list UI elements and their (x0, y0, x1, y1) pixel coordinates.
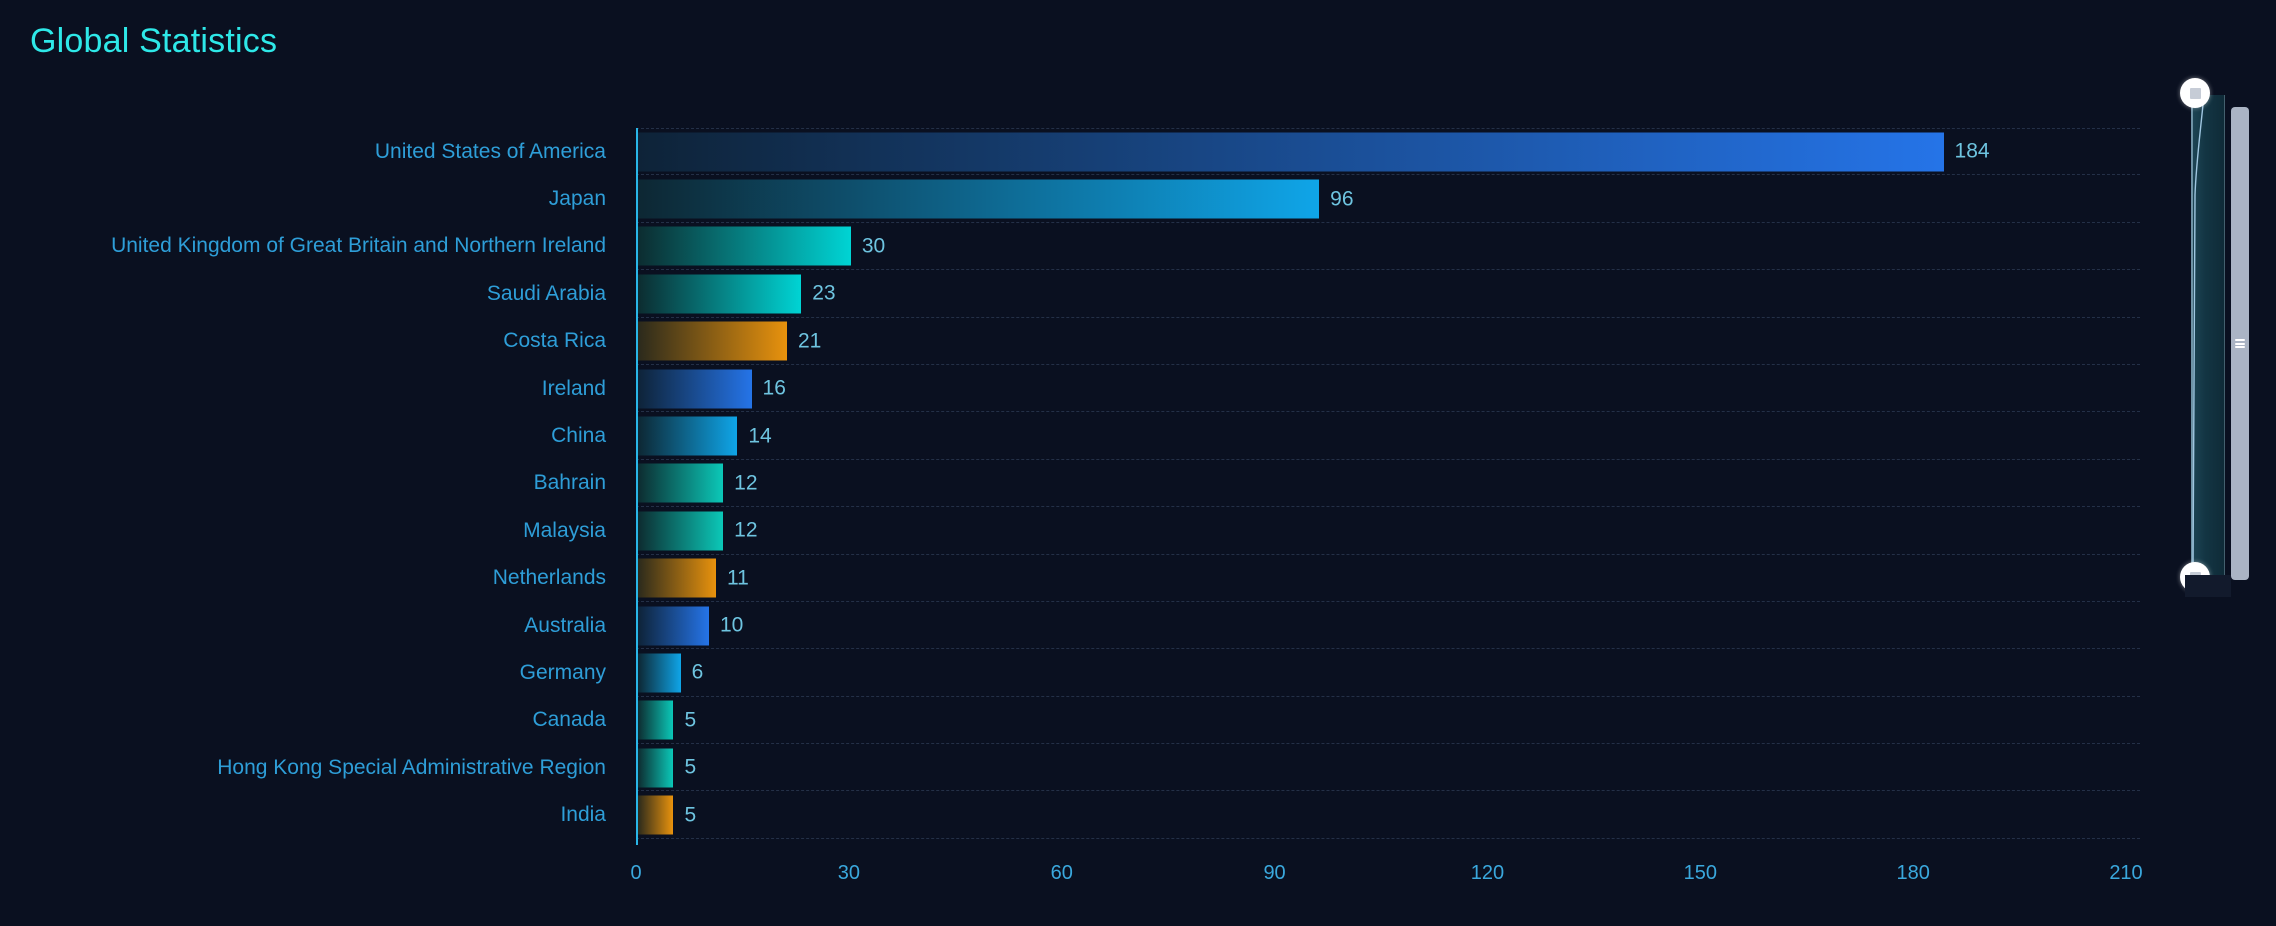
bar-row[interactable]: Bahrain 12 (0, 460, 2180, 508)
bar-value-label: 6 (691, 660, 704, 684)
bar-teal[interactable] (638, 700, 674, 740)
bar-value-label: 30 (861, 234, 886, 258)
bar-category-label: Bahrain (533, 471, 606, 495)
x-axis-tick: 30 (837, 862, 860, 884)
bar-value-label: 21 (798, 329, 822, 353)
x-axis-tick: 210 (2109, 862, 2143, 884)
bar-orange[interactable] (638, 795, 674, 835)
bar-teal[interactable] (638, 748, 674, 788)
bar-category-label: Canada (532, 708, 606, 732)
bar-wrapper: 12 (638, 463, 758, 503)
bar-value-label: 12 (734, 518, 758, 542)
bar-category-label: United Kingdom of Great Britain and Nort… (111, 234, 606, 258)
bar-wrapper: 5 (638, 700, 697, 740)
bar-category-label: Costa Rica (503, 329, 606, 353)
bar-wrapper: 6 (638, 653, 704, 693)
x-axis-tick: 150 (1683, 862, 1717, 884)
bar-category-label: Malaysia (523, 518, 606, 542)
bar-azure[interactable] (638, 653, 681, 693)
x-axis: 0 30 60 90 120 150 180 210 (630, 862, 2142, 902)
bar-wrapper: 5 (638, 795, 697, 835)
range-brush-preview-curve (2191, 95, 2225, 575)
bar-category-label: Australia (524, 613, 606, 637)
bar-row[interactable]: Australia 10 (0, 602, 2180, 650)
bar-blue[interactable] (638, 369, 752, 409)
bar-teal[interactable] (638, 511, 724, 551)
bar-blue[interactable] (638, 606, 709, 646)
gridline (636, 128, 2140, 129)
bar-row[interactable]: United Kingdom of Great Britain and Nort… (0, 223, 2180, 271)
x-axis-tick: 120 (1470, 862, 1505, 884)
bar-category-label: Netherlands (492, 566, 606, 590)
chart-plot-area: United States of America 184 Japan 96 United… (0, 128, 2180, 858)
bar-value-label: 184 (1954, 139, 1990, 163)
bar-cyan[interactable] (638, 226, 851, 266)
bar-wrapper: 30 (638, 226, 886, 266)
bar-row[interactable]: India 5 (0, 791, 2180, 839)
bar-row[interactable]: Ireland 16 (0, 365, 2180, 413)
bar-category-label: Japan (548, 187, 606, 211)
x-axis-tick: 90 (1263, 862, 1286, 884)
vertical-scrollbar-thumb[interactable] (2231, 107, 2249, 580)
bar-row[interactable]: Saudi Arabia 23 (0, 270, 2180, 318)
bar-wrapper: 184 (638, 132, 1990, 172)
bar-wrapper: 23 (638, 274, 836, 314)
bar-orange[interactable] (638, 558, 717, 598)
bar-row[interactable]: Costa Rica 21 (0, 318, 2180, 365)
bar-row[interactable]: Hong Kong Special Administrative Region 5 (0, 744, 2180, 792)
page-title: Global Statistics (30, 22, 278, 60)
bar-category-label: Hong Kong Special Administrative Region (217, 755, 606, 779)
bar-category-label: United States of America (374, 139, 606, 163)
bar-value-label: 5 (684, 803, 697, 827)
y-axis-line (636, 128, 638, 845)
x-axis-tick: 180 (1896, 862, 1930, 884)
bar-value-label: 11 (727, 566, 749, 590)
bar-value-label: 5 (684, 708, 697, 732)
bar-azure[interactable] (638, 416, 738, 456)
vertical-range-brush[interactable] (2180, 78, 2231, 592)
bar-wrapper: 21 (638, 321, 822, 361)
bar-rows-container: United States of America 184 Japan 96 United… (0, 128, 2180, 840)
bar-value-label: 96 (1330, 187, 1354, 211)
bar-wrapper: 96 (638, 179, 1354, 219)
bar-category-label: China (551, 424, 606, 448)
range-handle-top-square (2189, 87, 2201, 99)
bar-value-label: 12 (734, 471, 758, 495)
bar-cyan[interactable] (638, 274, 802, 314)
gridline (636, 837, 2140, 839)
bar-azure[interactable] (638, 179, 1320, 219)
bar-row[interactable]: Canada 5 (0, 697, 2180, 745)
x-axis-tick: 0 (630, 862, 642, 884)
bar-row[interactable]: Netherlands 11 (0, 555, 2180, 602)
bar-category-label: India (560, 803, 606, 827)
bar-category-label: Saudi Arabia (486, 281, 606, 305)
bar-wrapper: 11 (638, 558, 749, 598)
bar-teal[interactable] (638, 463, 724, 503)
bar-value-label: 14 (748, 424, 772, 448)
x-axis-tick: 60 (1050, 862, 1073, 884)
bar-row[interactable]: China 14 (0, 412, 2180, 460)
bar-value-label: 5 (684, 755, 697, 779)
bar-wrapper: 10 (638, 606, 744, 646)
bar-row[interactable]: Japan 96 (0, 175, 2180, 223)
bar-value-label: 10 (719, 613, 744, 637)
bar-orange[interactable] (638, 321, 787, 361)
bar-wrapper: 5 (638, 748, 697, 788)
bar-wrapper: 16 (638, 369, 786, 409)
range-brush-shadow (2185, 575, 2231, 597)
bar-wrapper: 14 (638, 416, 772, 456)
bar-value-label: 23 (812, 281, 836, 305)
bar-row[interactable]: Germany 6 (0, 649, 2180, 697)
bar-blue[interactable] (638, 132, 1944, 172)
range-handle-top[interactable] (2180, 78, 2210, 108)
bar-wrapper: 12 (638, 511, 758, 551)
scrollbar-grip-icon (2235, 339, 2245, 348)
bar-value-label: 16 (762, 376, 786, 400)
bar-row[interactable]: Malaysia 12 (0, 507, 2180, 555)
bar-category-label: Ireland (541, 376, 606, 400)
bar-row[interactable]: United States of America 184 (0, 128, 2180, 176)
bar-category-label: Germany (519, 660, 606, 684)
